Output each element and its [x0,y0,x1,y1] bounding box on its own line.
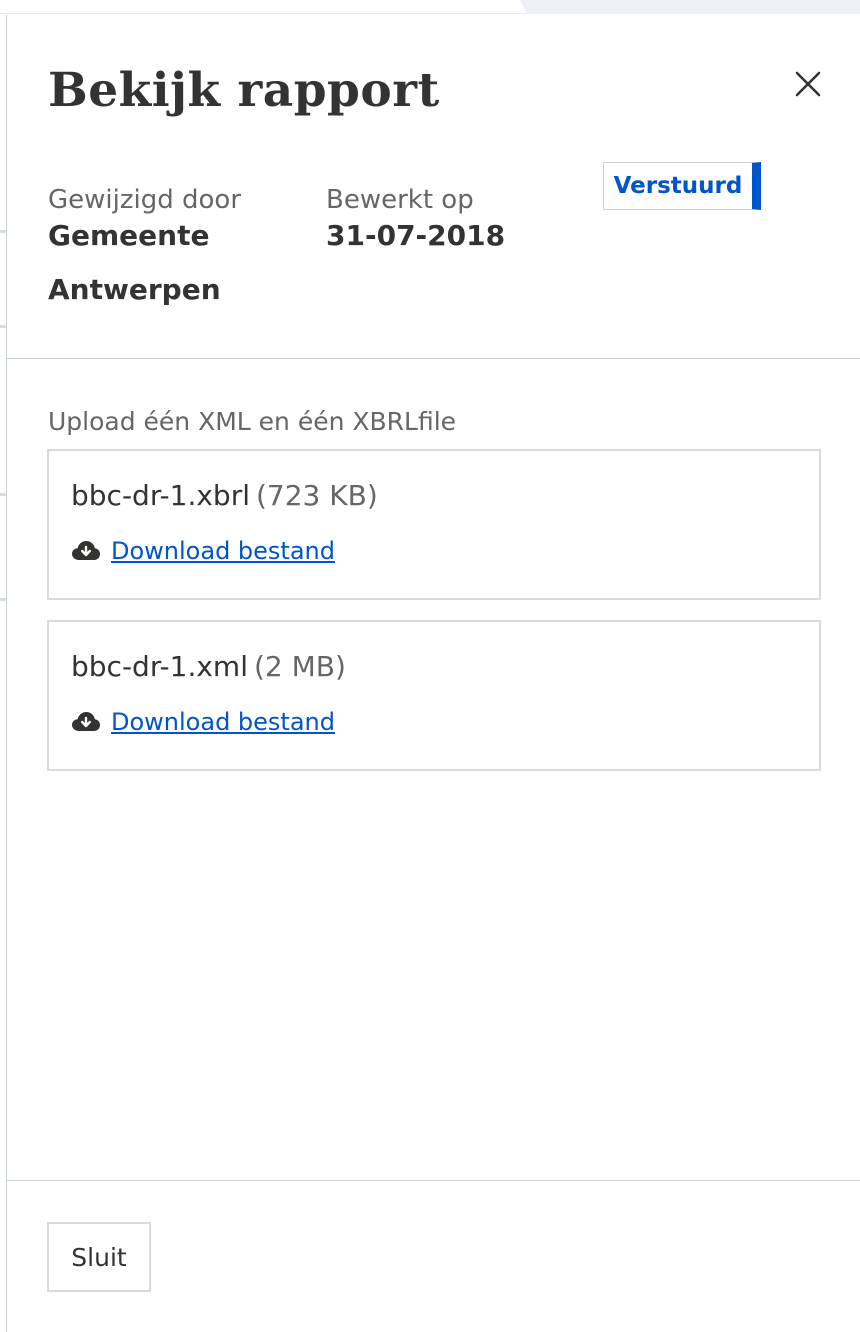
footer-divider [7,1180,860,1181]
file-name: bbc-dr-1.xbrl [71,479,250,512]
download-link-label[interactable]: Download bestand [111,708,335,736]
header-divider [7,358,860,359]
file-name: bbc-dr-1.xml [71,650,248,683]
modified-by-value-line1: Gemeente [48,219,210,252]
file-name-row: bbc-dr-1.xbrl (723 KB) [71,479,378,512]
close-modal-button[interactable]: Sluit [47,1222,151,1292]
close-button[interactable] [791,67,825,101]
file-card: bbc-dr-1.xml (2 MB) Download bestand [47,620,821,771]
download-file-link[interactable]: Download bestand [71,708,335,736]
close-icon [795,71,821,97]
download-link-label[interactable]: Download bestand [111,537,335,565]
file-size: (723 KB) [256,479,378,512]
upload-label: Upload één XML en één XBRLfile [48,407,457,436]
download-file-link[interactable]: Download bestand [71,537,335,565]
file-size: (2 MB) [253,650,346,683]
cloud-download-icon [72,712,100,731]
file-name-row: bbc-dr-1.xml (2 MB) [71,650,346,683]
modal-title: Bekijk rapport [48,63,440,118]
status-badge: Verstuurd [603,162,761,210]
file-card: bbc-dr-1.xbrl (723 KB) Download bestand [47,449,821,600]
edited-on-value: 31-07-2018 [326,219,506,252]
modified-by-value-line2: Antwerpen [48,273,221,306]
cloud-download-icon [72,541,100,560]
background-corner-tab [520,0,860,14]
report-modal-panel: Bekijk rapport Gewijzigd door Gemeente A… [6,15,860,1332]
